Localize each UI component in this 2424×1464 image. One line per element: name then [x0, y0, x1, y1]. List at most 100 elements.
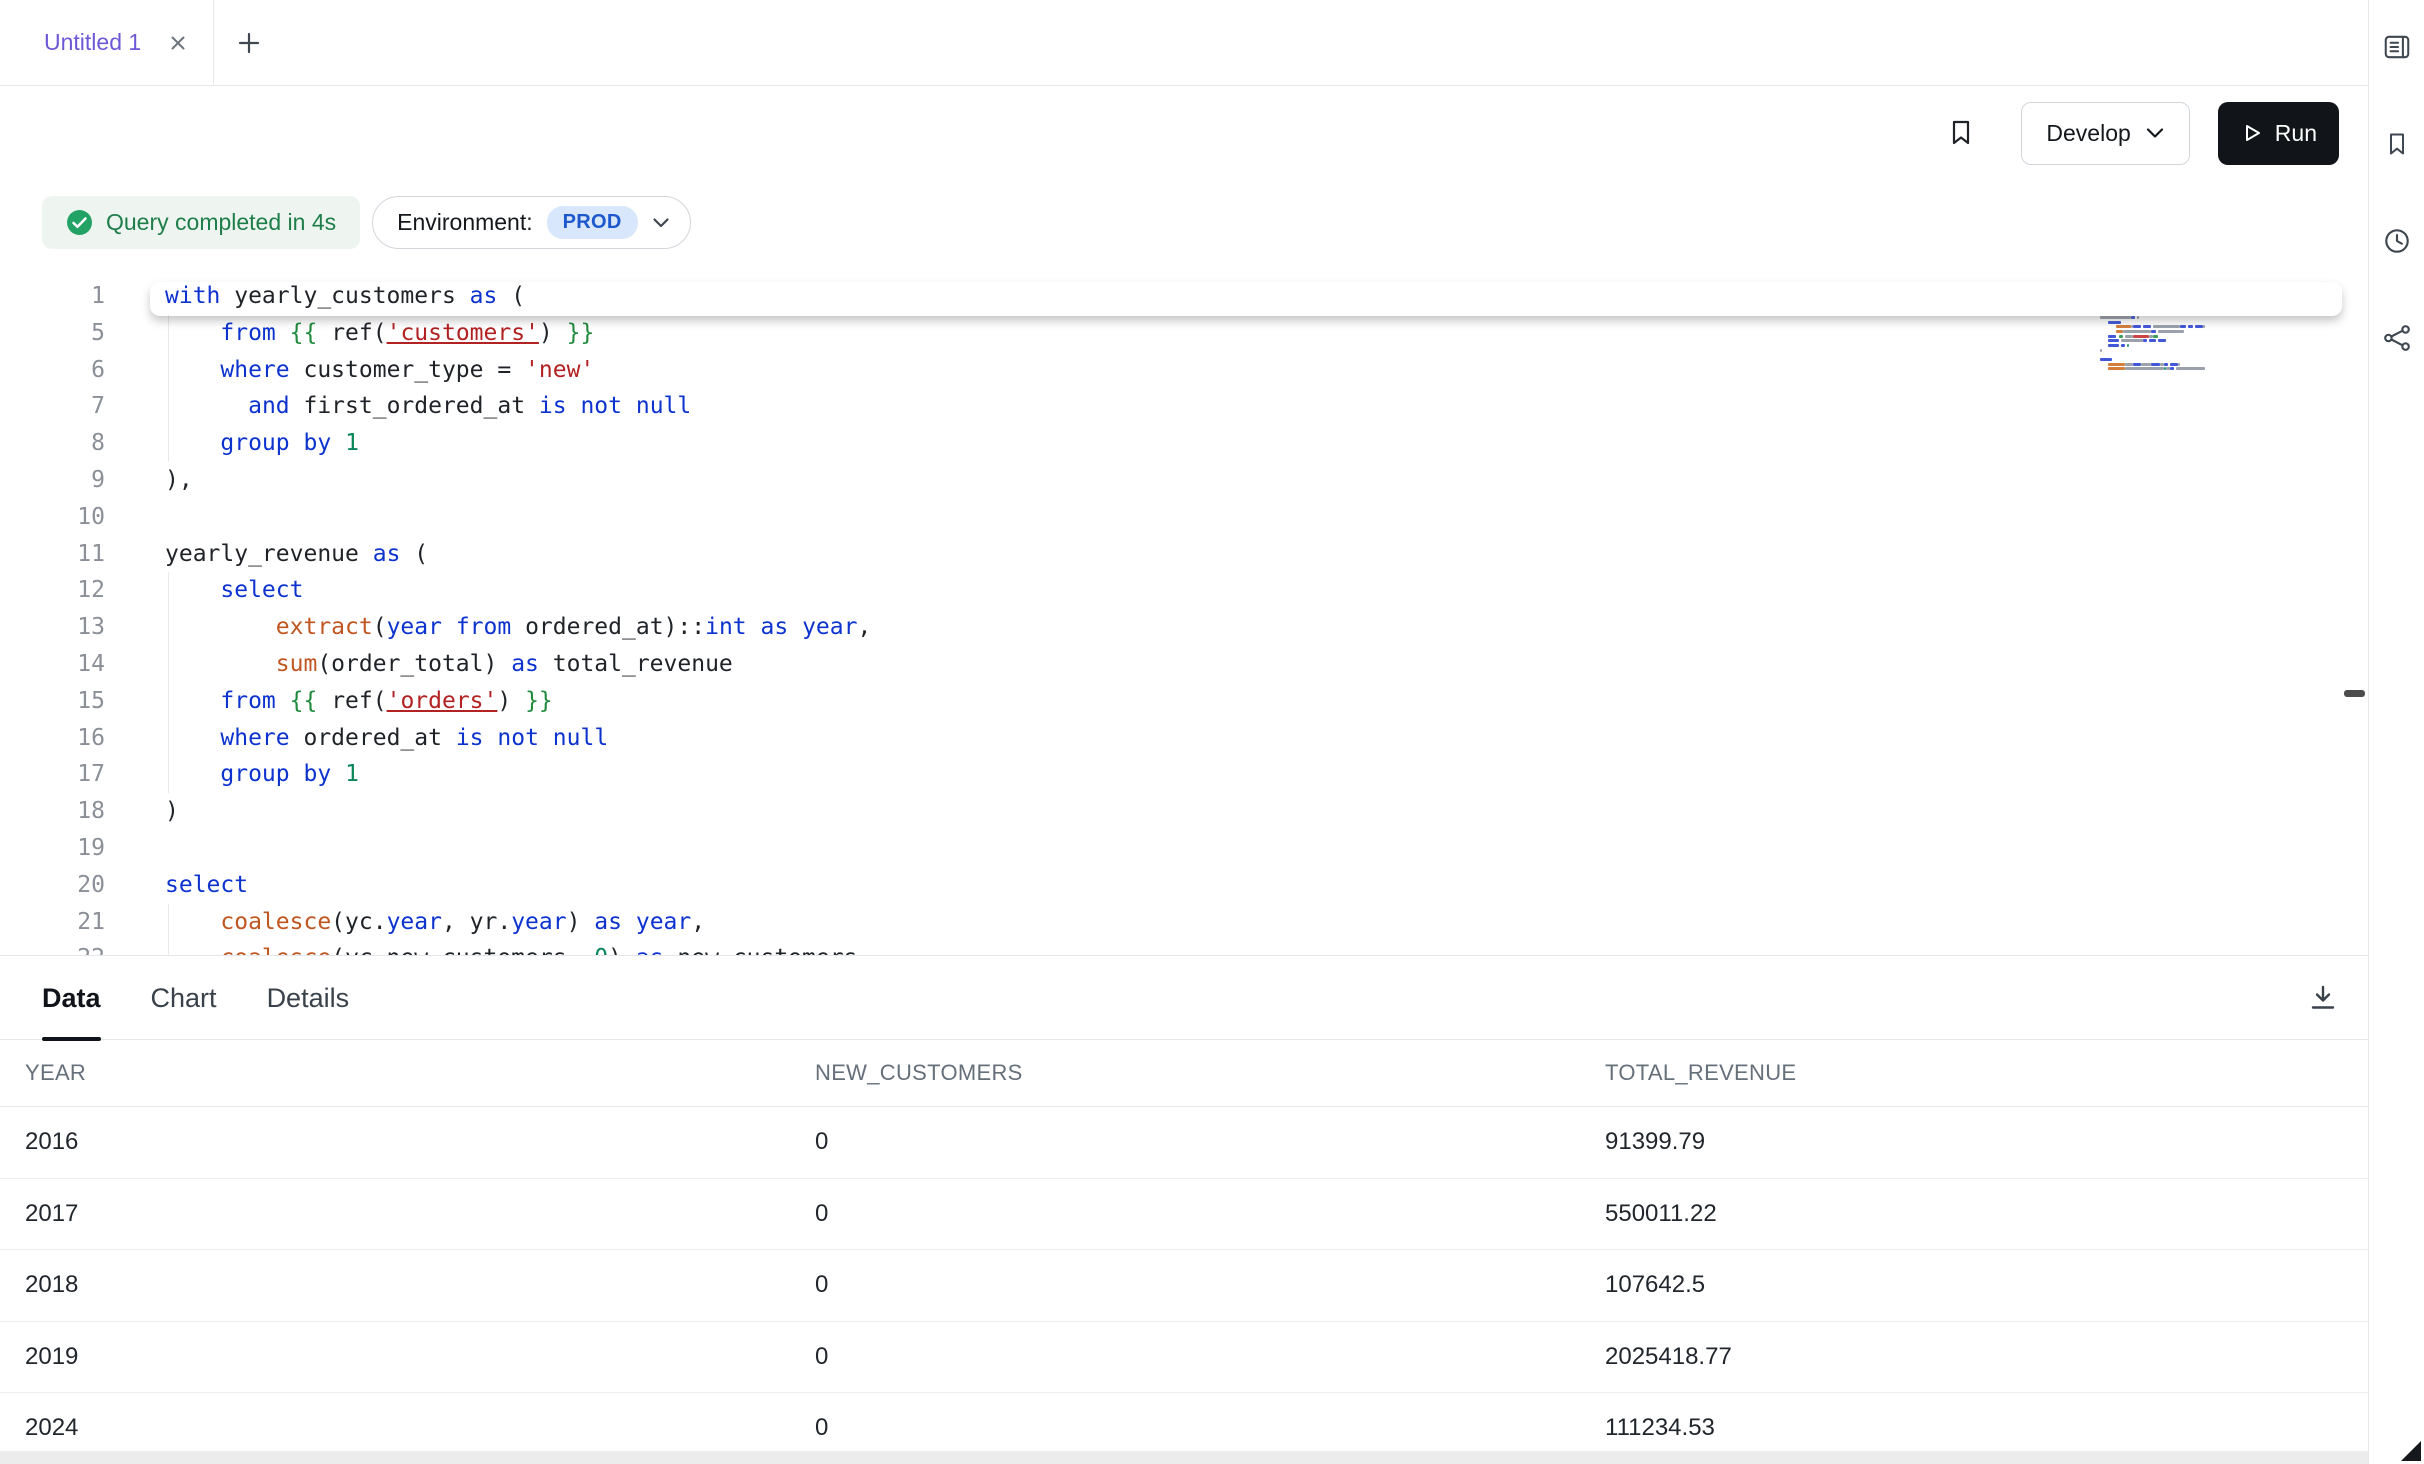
- minimap-segment: [2188, 325, 2192, 328]
- code-token: [165, 945, 220, 955]
- code-line-11[interactable]: 11 yearly_revenue as (: [0, 536, 2368, 573]
- code-line-19[interactable]: 19: [0, 830, 2368, 867]
- line-number: 15: [0, 683, 105, 720]
- new-tab-button[interactable]: [214, 0, 284, 85]
- horizontal-scrollbar[interactable]: [0, 1451, 2368, 1464]
- code-text: sum(order_total) as total_revenue: [165, 646, 733, 683]
- code-token: year: [511, 909, 566, 935]
- code-token: by: [304, 430, 332, 456]
- minimap-segment: [2125, 335, 2133, 338]
- editor-layout-button[interactable]: [2377, 27, 2417, 67]
- download-button[interactable]: [2307, 982, 2339, 1014]
- code-line-22[interactable]: 22 coalesce(yc.new_customers, 0) as new_…: [0, 940, 2368, 955]
- table-row[interactable]: 2016091399.79: [0, 1107, 2368, 1179]
- code-line-15[interactable]: 15 from {{ ref('orders') }}: [0, 683, 2368, 720]
- code-text: ),: [165, 462, 193, 499]
- code-line-1[interactable]: 1with yearly_customers as (: [0, 278, 2368, 315]
- results-panel: DataChartDetails YEARNEW_CUSTOMERSTOTAL_…: [0, 955, 2368, 1464]
- code-line-18[interactable]: 18): [0, 793, 2368, 830]
- bookmark-button[interactable]: [1945, 117, 1977, 149]
- code-text: coalesce(yc.year, yr.year) as year,: [165, 904, 705, 941]
- code-line-8[interactable]: 8 group by 1: [0, 425, 2368, 462]
- results-tab-chart[interactable]: Chart: [151, 956, 217, 1040]
- code-line-9[interactable]: 9),: [0, 462, 2368, 499]
- bookmarks-button[interactable]: [2377, 124, 2417, 164]
- line-number: 16: [0, 720, 105, 757]
- code-token: [165, 320, 220, 346]
- close-tab-button[interactable]: [167, 32, 189, 54]
- code-token: (: [373, 614, 387, 640]
- code-line-5[interactable]: 5 from {{ ref('customers') }}: [0, 315, 2368, 352]
- code-line-12[interactable]: 12 select: [0, 572, 2368, 609]
- code-text: yearly_revenue as (: [165, 536, 428, 573]
- run-label: Run: [2275, 120, 2317, 147]
- editor-scrollbar-thumb[interactable]: [2344, 690, 2365, 697]
- table-row[interactable]: 201902025418.77: [0, 1322, 2368, 1394]
- code-token: ),: [165, 467, 193, 493]
- code-line-20[interactable]: 20select: [0, 867, 2368, 904]
- line-number: 14: [0, 646, 105, 683]
- code-line-14[interactable]: 14 sum(order_total) as total_revenue: [0, 646, 2368, 683]
- code-line-21[interactable]: 21 coalesce(yc.year, yr.year) as year,: [0, 904, 2368, 941]
- code-token: from: [220, 688, 275, 714]
- code-token: with: [165, 283, 220, 309]
- code-token: as: [470, 283, 498, 309]
- close-icon: [167, 32, 189, 54]
- run-button[interactable]: Run: [2218, 102, 2339, 165]
- code-line-7[interactable]: 7 and first_ordered_at is not null: [0, 388, 2368, 425]
- minimap-segment: [2151, 330, 2155, 333]
- code-line-6[interactable]: 6 where customer_type = 'new': [0, 352, 2368, 389]
- table-row[interactable]: 20180107642.5: [0, 1250, 2368, 1322]
- code-token: [290, 761, 304, 787]
- code-line-17[interactable]: 17 group by 1: [0, 756, 2368, 793]
- code-line-13[interactable]: 13 extract(year from ordered_at)::int as…: [0, 609, 2368, 646]
- code-line-16[interactable]: 16 where ordered_at is not null: [0, 720, 2368, 757]
- code-token: null: [553, 725, 608, 751]
- line-number: 10: [0, 499, 105, 536]
- table-cell: 2016: [25, 1128, 815, 1156]
- minimap-line: [2100, 353, 2222, 356]
- minimap-segment: [2137, 316, 2139, 319]
- lineage-icon: [2382, 323, 2412, 353]
- code-token: [165, 688, 220, 714]
- indent-guide: [168, 315, 169, 352]
- code-line-10[interactable]: 10: [0, 499, 2368, 536]
- code-token: ordered_at: [290, 725, 456, 751]
- resize-corner[interactable]: [2401, 1441, 2421, 1461]
- code-token: year: [636, 909, 691, 935]
- develop-label: Develop: [2046, 120, 2130, 147]
- code-token: where: [220, 725, 289, 751]
- indent-guide: [168, 756, 169, 793]
- code-token: [484, 725, 498, 751]
- code-token: [165, 430, 220, 456]
- code-text: from {{ ref('customers') }}: [165, 315, 594, 352]
- results-tab-data[interactable]: Data: [42, 956, 101, 1040]
- code-editor[interactable]: 1with yearly_customers as (5 from {{ ref…: [0, 265, 2368, 955]
- code-text: group by 1: [165, 425, 359, 462]
- develop-button[interactable]: Develop: [2021, 102, 2189, 165]
- table-row[interactable]: 20170550011.22: [0, 1179, 2368, 1251]
- minimap-segment: [2100, 358, 2112, 361]
- results-tab-list: Data Chart Details: [42, 956, 399, 1039]
- code-token: 'orders': [387, 688, 498, 714]
- code-token: coalesce: [220, 909, 331, 935]
- tab-untitled-1[interactable]: Untitled 1: [0, 0, 214, 85]
- code-token: [539, 725, 553, 751]
- code-token: [442, 614, 456, 640]
- table-cell: 0: [815, 1200, 1605, 1228]
- minimap-segment: [2133, 335, 2149, 338]
- code-token: as: [761, 614, 789, 640]
- code-text: with yearly_customers as (: [165, 278, 525, 315]
- history-button[interactable]: [2377, 221, 2417, 261]
- line-number: 11: [0, 536, 105, 573]
- minimap-segment: [2176, 367, 2205, 370]
- status-row: Query completed in 4s Environment: PROD: [0, 180, 2368, 265]
- environment-select[interactable]: Environment: PROD: [372, 196, 691, 249]
- minimap-segment: [2108, 335, 2116, 338]
- minimap-segment: [2100, 321, 2108, 324]
- results-tab-details[interactable]: Details: [267, 956, 350, 1040]
- minimap-line: [2100, 358, 2222, 361]
- lineage-button[interactable]: [2377, 318, 2417, 358]
- code-token: int: [705, 614, 747, 640]
- code-token: sum: [276, 651, 318, 677]
